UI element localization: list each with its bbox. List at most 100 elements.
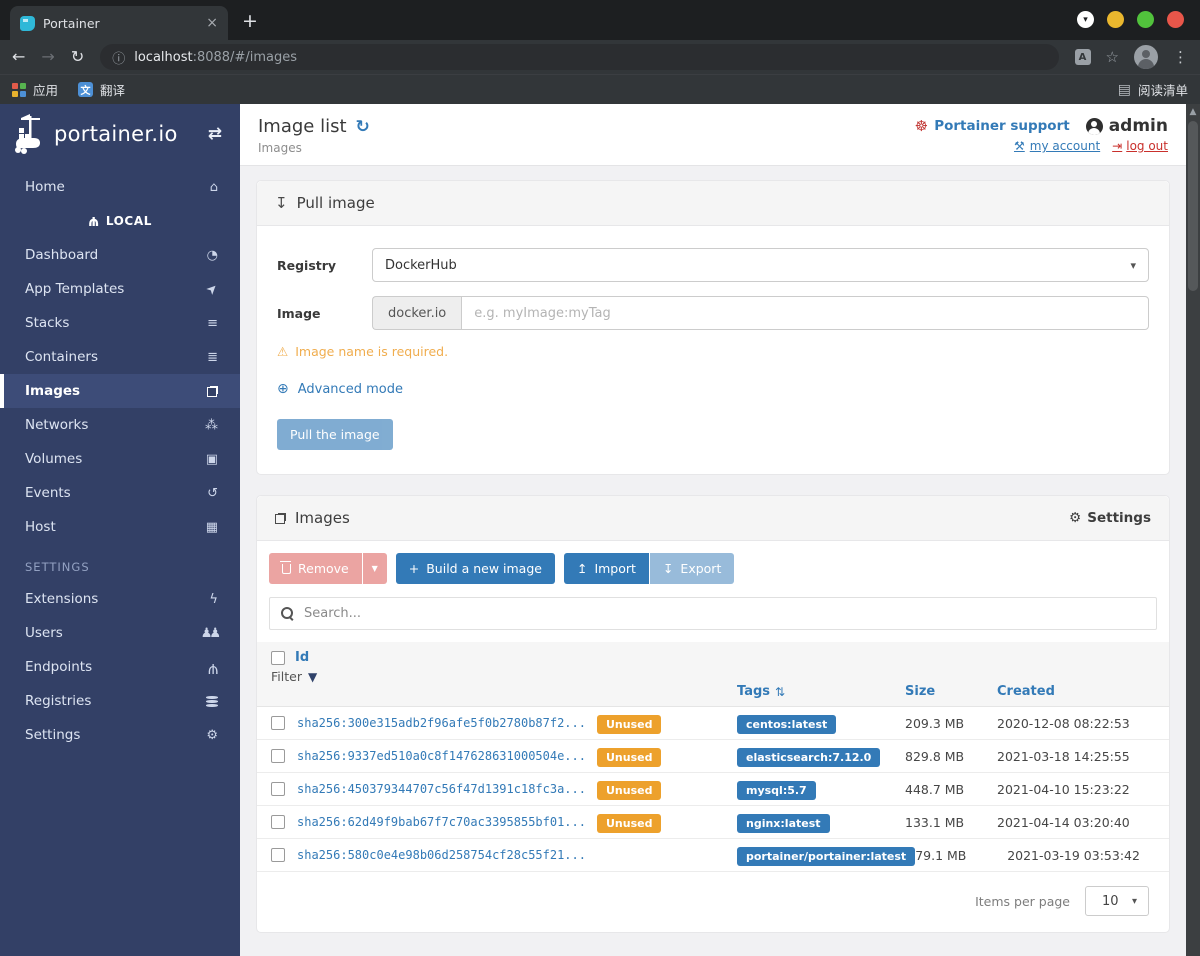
forward-icon[interactable]: →: [41, 49, 54, 65]
endpoint-plug-icon: Ψ: [207, 659, 218, 675]
list-icon: ≡: [207, 315, 218, 331]
log-out-link[interactable]: ⇥ log out: [1112, 139, 1168, 153]
sidebar-collapse-icon[interactable]: ⇄: [208, 124, 222, 144]
image-name-input[interactable]: [461, 296, 1149, 330]
sidebar-item-endpoints[interactable]: Endpoints Ψ: [0, 650, 240, 684]
row-checkbox[interactable]: [271, 815, 285, 829]
column-tags[interactable]: Tags ⇅: [737, 684, 905, 699]
import-button[interactable]: ↥ Import: [563, 553, 649, 584]
reload-icon[interactable]: ↻: [71, 49, 84, 65]
logo-text: portainer.io: [54, 122, 178, 146]
image-size: 209.3 MB: [905, 715, 965, 731]
items-per-page-select[interactable]: 10 ▾: [1085, 886, 1149, 916]
apps-grid-icon: [12, 82, 26, 97]
registry-select[interactable]: DockerHub ▾: [372, 248, 1149, 282]
tag-badge: elasticsearch:7.12.0: [737, 747, 881, 767]
rocket-icon: ➤: [203, 279, 222, 299]
sidebar-item-extensions[interactable]: Extensions ϟ: [0, 582, 240, 616]
build-image-button[interactable]: + Build a new image: [395, 553, 555, 584]
sidebar-item-images[interactable]: Images: [0, 374, 240, 408]
sidebar-logo[interactable]: portainer.io ⇄: [0, 104, 240, 164]
unused-badge: Unused: [597, 714, 662, 734]
profile-avatar[interactable]: [1134, 45, 1158, 69]
pull-image-panel-header: ↧ Pull image: [257, 181, 1169, 226]
page-scrollbar[interactable]: ▲: [1186, 104, 1200, 956]
portainer-favicon: [20, 15, 35, 31]
sidebar-item-events[interactable]: Events ↺: [0, 476, 240, 510]
reading-list-button[interactable]: ▤ 阅读清单: [1118, 80, 1188, 99]
volumes-icon: ▣: [205, 451, 218, 467]
my-account-link[interactable]: ⚒ my account: [1014, 139, 1100, 153]
table-toolbar: Remove ▼ + Build a new image ↥ Import ↧ …: [257, 541, 1169, 584]
back-icon[interactable]: ←: [12, 49, 25, 65]
pull-image-button[interactable]: Pull the image: [277, 419, 393, 450]
search-input[interactable]: [304, 606, 1145, 621]
advanced-mode-link[interactable]: ⊕ Advanced mode: [277, 381, 1149, 397]
browser-chrome: Portainer × + ▾ ← → ↻ ⓘ localhost:8088/#…: [0, 0, 1200, 104]
dashboard-gauge-icon: ◔: [206, 247, 218, 263]
pull-image-title: Pull image: [296, 194, 375, 212]
bookmark-translate[interactable]: 文 翻译: [78, 80, 125, 99]
upload-icon: ↥: [576, 561, 588, 576]
images-title: Images: [295, 509, 350, 527]
sidebar-item-stacks[interactable]: Stacks ≡: [0, 306, 240, 340]
image-size: 448.7 MB: [905, 781, 965, 797]
address-bar[interactable]: ⓘ localhost:8088/#/images: [100, 44, 1059, 70]
image-id-link[interactable]: sha256:9337ed510a0c8f147628631000504e...: [297, 749, 597, 763]
sidebar-item-app-templates[interactable]: App Templates ➤: [0, 272, 240, 306]
window-minimize-button[interactable]: [1107, 11, 1124, 28]
registry-label: Registry: [277, 257, 337, 273]
new-tab-button[interactable]: +: [242, 10, 258, 32]
site-info-icon[interactable]: ⓘ: [112, 48, 125, 67]
bookmark-star-icon[interactable]: ☆: [1106, 48, 1119, 66]
export-download-icon: ↧: [662, 561, 674, 576]
image-id-link[interactable]: sha256:62d49f9bab67f7c70ac3395855bf01...: [297, 815, 597, 829]
image-size: 133.1 MB: [905, 814, 965, 830]
bookmark-apps-label: 应用: [33, 83, 59, 98]
reading-list-label: 阅读清单: [1137, 83, 1188, 98]
sidebar-item-volumes[interactable]: Volumes ▣: [0, 442, 240, 476]
browser-menu-icon[interactable]: ⋮: [1173, 48, 1188, 66]
table-settings-button[interactable]: ⚙ Settings: [1069, 510, 1151, 526]
table-row: sha256:580c0e4e98b06d258754cf28c55f21...…: [257, 839, 1169, 872]
export-button[interactable]: ↧ Export: [649, 553, 735, 584]
sidebar-item-users[interactable]: Users ♟♟: [0, 616, 240, 650]
window-maximize-button[interactable]: [1137, 11, 1154, 28]
column-created[interactable]: Created: [997, 684, 1155, 699]
image-id-link[interactable]: sha256:580c0e4e98b06d258754cf28c55f21...: [297, 848, 597, 862]
row-checkbox[interactable]: [271, 749, 285, 763]
image-id-link[interactable]: sha256:450379344707c56f47d1391c18fc3a...: [297, 782, 597, 796]
filter-control[interactable]: Filter ▼: [271, 669, 737, 684]
tag-badge: portainer/portainer:latest: [737, 846, 916, 866]
bookmark-apps[interactable]: 应用: [12, 80, 58, 99]
remove-button[interactable]: Remove: [269, 553, 362, 584]
table-search: [269, 597, 1157, 630]
window-menu-button[interactable]: ▾: [1077, 11, 1094, 28]
sidebar-item-networks[interactable]: Networks ⁂: [0, 408, 240, 442]
row-checkbox[interactable]: [271, 782, 285, 796]
remove-dropdown-button[interactable]: ▼: [362, 553, 387, 584]
sidebar-item-settings[interactable]: Settings ⚙: [0, 718, 240, 752]
select-all-checkbox[interactable]: [271, 650, 285, 665]
sidebar-section-settings: SETTINGS: [25, 560, 90, 574]
chevron-down-icon: ▾: [1131, 895, 1137, 907]
translate-icon[interactable]: A: [1074, 49, 1091, 65]
sidebar-item-registries[interactable]: Registries: [0, 684, 240, 718]
sidebar-item-host[interactable]: Host ▦: [0, 510, 240, 544]
portainer-support-link[interactable]: ☸ Portainer support: [915, 117, 1070, 135]
image-size: 829.8 MB: [905, 748, 965, 764]
sidebar-item-home[interactable]: Home ⌂: [0, 170, 240, 204]
scrollbar-thumb[interactable]: [1188, 121, 1198, 291]
row-checkbox[interactable]: [271, 848, 285, 862]
refresh-icon[interactable]: ↻: [356, 117, 370, 137]
image-id-link[interactable]: sha256:300e315adb2f96afe5f0b2780b87f2...: [297, 716, 597, 730]
sidebar-item-containers[interactable]: Containers ≣: [0, 340, 240, 374]
window-close-button[interactable]: [1167, 11, 1184, 28]
column-size[interactable]: Size: [905, 684, 997, 699]
column-id[interactable]: Id: [295, 650, 309, 665]
table-footer: Items per page 10 ▾: [257, 872, 1169, 932]
browser-tab[interactable]: Portainer ×: [10, 6, 228, 40]
tab-close-icon[interactable]: ×: [206, 15, 218, 31]
row-checkbox[interactable]: [271, 716, 285, 730]
sidebar-item-dashboard[interactable]: Dashboard ◔: [0, 238, 240, 272]
